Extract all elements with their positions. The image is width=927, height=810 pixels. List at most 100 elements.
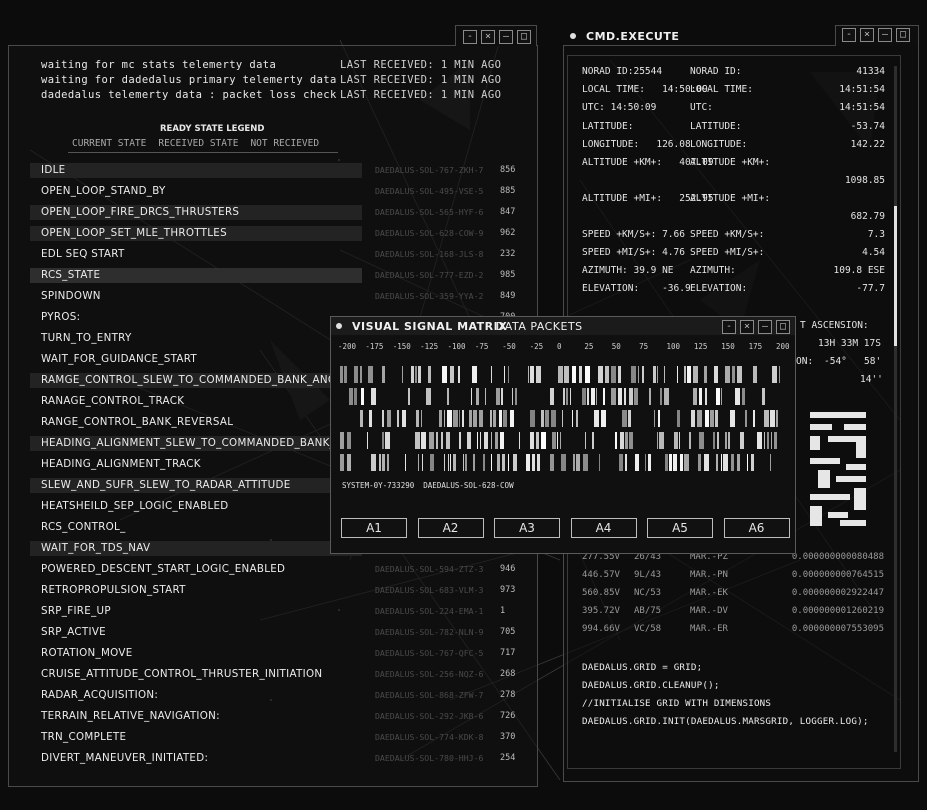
signal-bar (465, 454, 467, 471)
signal-bar (687, 366, 691, 383)
signal-bar (477, 432, 478, 449)
close-icon[interactable]: × (740, 320, 754, 334)
maximize-icon[interactable]: □ (517, 30, 531, 44)
state-row[interactable]: CRUISE_ATTITUDE_CONTROL_THRUSTER_INITIAT… (30, 664, 530, 685)
maximize-icon[interactable]: □ (896, 28, 910, 42)
signal-bar (530, 432, 534, 449)
state-row[interactable]: OPEN_LOOP_SET_MLE_THROTTLES DAEDALUS-SOL-… (30, 223, 530, 244)
signal-bar (619, 454, 623, 471)
state-row[interactable]: EDL SEQ START DAEDALUS-SOL-168-JLS-8 232 (30, 244, 530, 265)
minimize-icon[interactable]: - (722, 320, 736, 334)
orbital-secondary-label: AZIMUTH: (690, 265, 736, 276)
state-row[interactable]: OPEN_LOOP_STAND_BY DAEDALUS-SOL-495-VSE-5… (30, 181, 530, 202)
signal-bar (704, 366, 707, 383)
state-row[interactable]: IDLE DAEDALUS-SOL-767-ZKH-7 856 (30, 160, 530, 181)
signal-bar (442, 366, 447, 383)
orbital-secondary-value: 109.8 ESE (833, 265, 885, 276)
state-label: SPINDOWN (41, 290, 101, 302)
signal-bar (611, 388, 616, 405)
signal-bar (354, 366, 358, 383)
signal-button-a5[interactable]: A5 (647, 518, 713, 538)
signal-bar (731, 454, 734, 471)
signal-bar (679, 432, 680, 449)
orbital-primary: LOCAL TIME: 14:50:09 (582, 84, 708, 95)
collapse-icon[interactable]: – (499, 30, 513, 44)
signal-bar (622, 410, 627, 427)
signal-bar (737, 454, 740, 471)
signal-bar (387, 410, 391, 427)
signal-bar (566, 388, 568, 405)
signal-bar (519, 432, 520, 449)
signal-button-a1[interactable]: A1 (341, 518, 407, 538)
state-value: 717 (500, 648, 516, 658)
signal-bar (594, 410, 599, 427)
scrollbar-track[interactable] (894, 66, 897, 752)
state-value: 985 (500, 270, 516, 280)
state-row[interactable]: RETROPROPULSION_START DAEDALUS-SOL-683-VL… (30, 580, 530, 601)
state-row[interactable]: OPEN_LOOP_FIRE_DRCS_THRUSTERS DAEDALUS-SO… (30, 202, 530, 223)
state-row[interactable]: RCS_STATE DAEDALUS-SOL-777-EZD-2 985 (30, 265, 530, 286)
state-value: 946 (500, 564, 516, 574)
close-icon[interactable]: × (860, 28, 874, 42)
orbital-secondary-value: 14:51:54 (839, 102, 885, 113)
axis-tick-label: 0 (557, 342, 562, 351)
table-cell: MAR.-EK (690, 588, 728, 598)
telemetry-line: waiting for mc stats telemerty data (41, 59, 277, 71)
signal-bar (340, 366, 343, 383)
state-row[interactable]: TRN_COMPLETE DAEDALUS-SOL-774-KDK-8 370 (30, 727, 530, 748)
signal-bar (665, 454, 668, 471)
collapse-icon[interactable]: – (878, 28, 892, 42)
minimize-icon[interactable]: - (463, 30, 477, 44)
signal-bar (772, 366, 777, 383)
signal-bar (751, 454, 754, 471)
signal-bar (415, 432, 420, 449)
orbital-primary: NORAD ID:25544 (582, 66, 663, 77)
signal-button-a3[interactable]: A3 (494, 518, 560, 538)
signal-bar (649, 388, 651, 405)
state-row[interactable]: RADAR_ACQUISITION: DAEDALUS-SOL-868-ZFW-7… (30, 685, 530, 706)
state-value: 268 (500, 669, 516, 679)
axis-tick-label: 125 (693, 342, 708, 351)
state-row[interactable]: SRP_ACTIVE DAEDALUS-SOL-782-NLN-9 705 (30, 622, 530, 643)
signal-bar (599, 454, 600, 471)
state-row[interactable]: TERRAIN_RELATIVE_NAVIGATION: DAEDALUS-SOL… (30, 706, 530, 727)
signal-button-a4[interactable]: A4 (570, 518, 637, 538)
signal-bar (462, 410, 464, 427)
axis-tick-label: -75 (474, 342, 489, 351)
signal-bar (657, 366, 658, 383)
signal-bar (642, 366, 644, 383)
state-row[interactable]: DIVERT_MANEUVER_INITIATED: DAEDALUS-SOL-7… (30, 748, 530, 769)
tab-data-packets[interactable]: DATA PACKETS (496, 320, 583, 333)
signal-bar (550, 454, 554, 471)
state-code: DAEDALUS-SOL-224-EMA-1 (375, 606, 484, 616)
signal-bar (576, 454, 580, 471)
orbital-primary: LONGITUDE: 126.08 (582, 139, 691, 150)
state-row[interactable]: ROTATION_MOVE DAEDALUS-SOL-767-QFC-5 717 (30, 643, 530, 664)
code-line: DAEDALUS.GRID.INIT(DAEDALUS.MARSGRID, LO… (582, 716, 869, 727)
state-label: OPEN_LOOP_STAND_BY (41, 185, 166, 197)
signal-bar (447, 388, 449, 405)
signal-bar (552, 432, 556, 449)
maximize-icon[interactable]: □ (776, 320, 790, 334)
signal-bar (684, 454, 689, 471)
signal-bar (429, 432, 434, 449)
signal-bar (416, 410, 419, 427)
state-row[interactable]: SRP_FIRE_UP DAEDALUS-SOL-224-EMA-1 1 (30, 601, 530, 622)
signal-bar (762, 388, 765, 405)
signal-bar (405, 454, 406, 471)
signal-bar (745, 410, 747, 427)
orbital-secondary-value: 1098.85 (844, 175, 885, 186)
signal-button-a6[interactable]: A6 (723, 518, 790, 538)
close-icon[interactable]: × (481, 30, 495, 44)
state-label: EDL SEQ START (41, 248, 125, 260)
signal-bar (764, 432, 765, 449)
signal-bar (360, 410, 363, 427)
scrollbar-thumb[interactable] (894, 206, 897, 346)
state-row[interactable]: POWERED_DESCENT_START_LOGIC_ENABLED DAEDA… (30, 559, 530, 580)
signal-button-a2[interactable]: A2 (417, 518, 484, 538)
signal-bar (459, 410, 460, 427)
minimize-icon[interactable]: - (842, 28, 856, 42)
state-row[interactable]: SPINDOWN DAEDALUS-SOL-359-YYA-2 849 (30, 286, 530, 307)
signal-bar (625, 432, 628, 449)
collapse-icon[interactable]: – (758, 320, 772, 334)
